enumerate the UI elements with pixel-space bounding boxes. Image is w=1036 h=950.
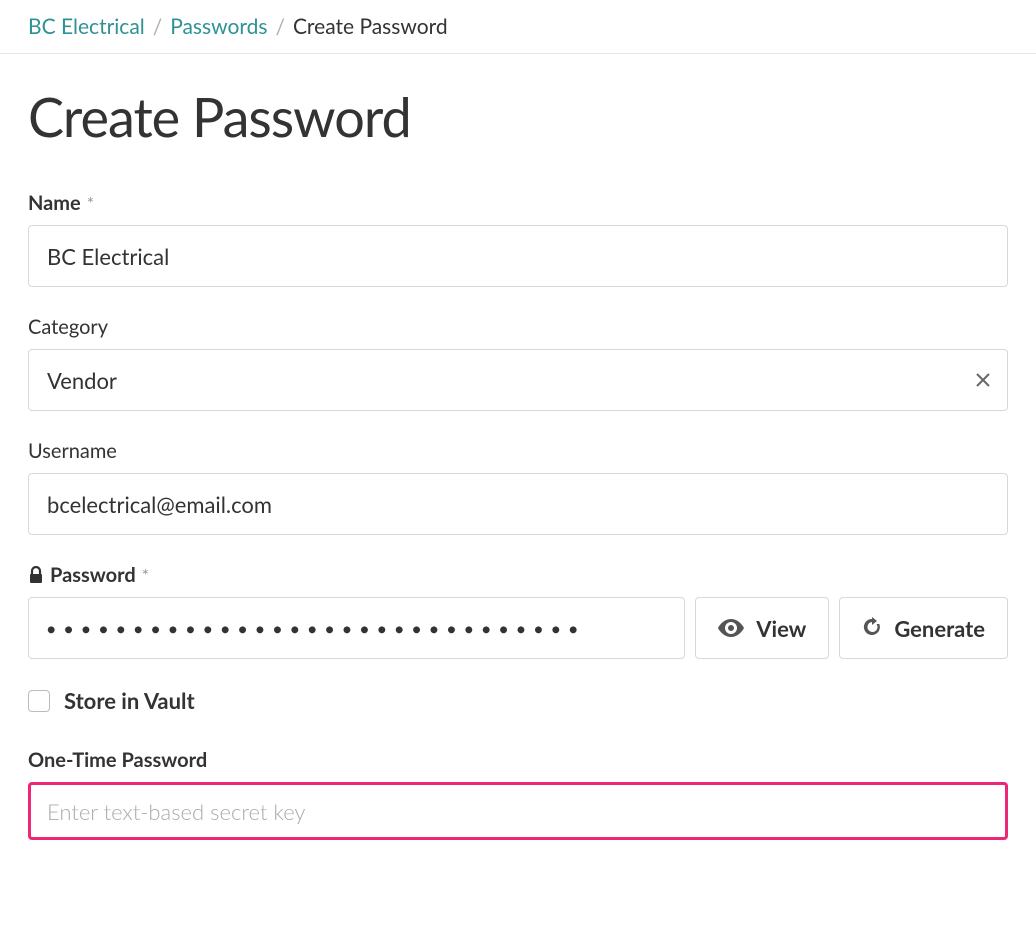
- password-label: Password *: [28, 563, 1008, 587]
- view-button-label: View: [756, 615, 806, 642]
- breadcrumb: BC Electrical / Passwords / Create Passw…: [0, 0, 1036, 54]
- breadcrumb-link-passwords[interactable]: Passwords: [170, 14, 267, 39]
- breadcrumb-separator: /: [275, 14, 285, 39]
- username-label: Username: [28, 439, 1008, 463]
- category-select-wrapper: [28, 349, 1008, 411]
- store-in-vault-row: Store in Vault: [28, 687, 1008, 714]
- username-input[interactable]: [28, 473, 1008, 535]
- breadcrumb-link-root[interactable]: BC Electrical: [28, 14, 145, 39]
- field-category: Category: [28, 315, 1008, 411]
- breadcrumb-current: Create Password: [293, 14, 448, 39]
- field-name: Name *: [28, 191, 1008, 287]
- lock-icon: [28, 566, 44, 584]
- category-label-text: Category: [28, 315, 108, 339]
- name-input[interactable]: [28, 225, 1008, 287]
- password-row: View Generate: [28, 597, 1008, 659]
- eye-icon: [718, 615, 744, 642]
- name-label-text: Name: [28, 191, 81, 215]
- username-label-text: Username: [28, 439, 117, 463]
- password-input[interactable]: [28, 597, 685, 659]
- store-in-vault-checkbox[interactable]: [28, 690, 50, 712]
- generate-button[interactable]: Generate: [839, 597, 1008, 659]
- page-title: Create Password: [28, 84, 1008, 149]
- field-password: Password * View: [28, 563, 1008, 659]
- password-label-text: Password: [50, 563, 136, 587]
- otp-label-text: One-Time Password: [28, 748, 207, 772]
- close-icon[interactable]: [974, 371, 992, 389]
- refresh-icon: [862, 615, 882, 642]
- generate-button-label: Generate: [894, 615, 985, 642]
- category-label: Category: [28, 315, 1008, 339]
- store-in-vault-label: Store in Vault: [64, 687, 195, 714]
- password-input-wrap: [28, 597, 685, 659]
- required-mark: *: [87, 193, 94, 214]
- otp-input[interactable]: [28, 782, 1008, 840]
- otp-label: One-Time Password: [28, 748, 1008, 772]
- view-button[interactable]: View: [695, 597, 829, 659]
- category-select[interactable]: [28, 349, 1008, 411]
- name-label: Name *: [28, 191, 1008, 215]
- required-mark: *: [142, 565, 149, 586]
- breadcrumb-separator: /: [153, 14, 163, 39]
- field-otp: One-Time Password: [28, 748, 1008, 840]
- content-area: Create Password Name * Category Username: [0, 54, 1036, 888]
- field-username: Username: [28, 439, 1008, 535]
